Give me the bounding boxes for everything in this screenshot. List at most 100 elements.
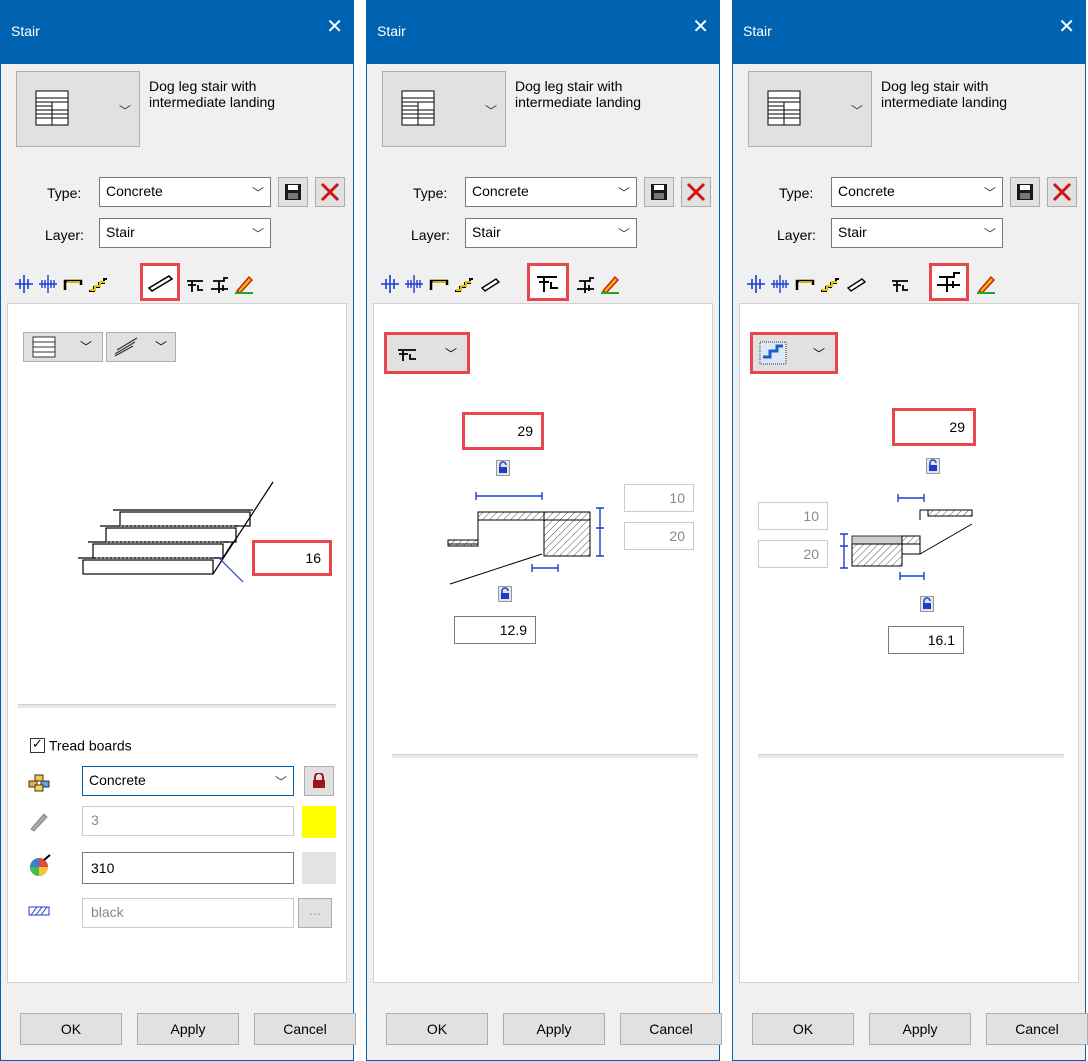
apply-button[interactable]: Apply — [869, 1013, 971, 1045]
cancel-button[interactable]: Cancel — [620, 1013, 722, 1045]
axis-split-icon[interactable] — [37, 273, 59, 295]
stair-description: Dog leg stair with intermediate landing — [881, 78, 1007, 110]
steps-icon[interactable] — [819, 273, 841, 295]
delete-icon[interactable] — [315, 177, 345, 207]
separator — [18, 704, 336, 709]
chevron-down-icon: ﹀ — [851, 104, 864, 118]
stair-profile-icon[interactable] — [62, 273, 84, 295]
dialog-title: Stair — [11, 23, 40, 39]
stair-dialog-2: Stair ✕ ﹀ Dog leg stair with intermediat… — [366, 0, 722, 1061]
dialog-title: Stair — [743, 23, 772, 39]
paint-icon[interactable] — [599, 273, 621, 295]
tread-boards-checkbox[interactable]: ✓ — [30, 736, 45, 753]
pen-input[interactable]: 3 — [82, 806, 294, 836]
stair-type-button[interactable]: ﹀ — [748, 71, 872, 147]
right-bottom-input[interactable]: 20 — [624, 522, 694, 550]
tab-landing[interactable] — [527, 263, 569, 301]
stair-section-icon[interactable] — [209, 273, 231, 295]
tread-board-diagram — [78, 481, 274, 583]
stair-profile-icon[interactable] — [428, 273, 450, 295]
tread-style-select[interactable]: ﹀ — [106, 332, 176, 362]
axis-cross-icon[interactable] — [745, 273, 767, 295]
tread-board-icon[interactable] — [845, 273, 867, 295]
left-top-input[interactable]: 10 — [758, 502, 828, 530]
tread-type-select[interactable]: ﹀ — [23, 332, 103, 362]
tread-thickness-input[interactable]: 16 — [252, 540, 332, 576]
description-line-2: intermediate landing — [881, 94, 1008, 110]
unlock-icon[interactable] — [926, 458, 940, 474]
tab-stair-section[interactable] — [929, 263, 969, 301]
color-wheel-icon — [30, 854, 51, 876]
steps-icon[interactable] — [453, 273, 475, 295]
type-select[interactable]: Concrete ﹀ — [831, 177, 1003, 207]
delete-icon[interactable] — [681, 177, 711, 207]
tab-strip — [7, 263, 347, 303]
stair-section-icon[interactable] — [575, 273, 597, 295]
save-icon[interactable] — [1010, 177, 1040, 207]
tread-board-icon[interactable] — [479, 273, 501, 295]
chevron-down-icon: ﹀ — [80, 340, 93, 354]
axis-split-icon[interactable] — [403, 273, 425, 295]
stair-type-button[interactable]: ﹀ — [16, 71, 140, 147]
landing-type-select[interactable]: ﹀ — [384, 332, 470, 374]
stair-profile-icon[interactable] — [794, 273, 816, 295]
steps-icon[interactable] — [87, 273, 109, 295]
ok-button[interactable]: OK — [752, 1013, 854, 1045]
section-width-input[interactable]: 29 — [892, 408, 976, 446]
apply-button[interactable]: Apply — [503, 1013, 605, 1045]
unlock-icon[interactable] — [920, 596, 934, 612]
delete-icon[interactable] — [1047, 177, 1077, 207]
left-bottom-input[interactable]: 20 — [758, 540, 828, 568]
title-bar: Stair ✕ — [733, 1, 1085, 64]
layer-value: Stair — [472, 224, 501, 240]
type-label: Type: — [47, 185, 82, 201]
section-offset-input[interactable]: 16.1 — [888, 626, 964, 654]
unlock-icon[interactable] — [496, 460, 510, 476]
layer-label: Layer: — [777, 227, 816, 243]
save-icon[interactable] — [644, 177, 674, 207]
material-select[interactable]: Concrete ﹀ — [82, 766, 294, 796]
stair-type-button[interactable]: ﹀ — [382, 71, 506, 147]
color-number-input[interactable]: 310 — [82, 852, 294, 884]
ok-button[interactable]: OK — [20, 1013, 122, 1045]
save-icon[interactable] — [278, 177, 308, 207]
close-icon[interactable]: ✕ — [1058, 17, 1075, 37]
axis-cross-icon[interactable] — [13, 273, 35, 295]
chevron-down-icon: ﹀ — [445, 347, 458, 361]
axis-split-icon[interactable] — [769, 273, 791, 295]
paint-icon[interactable] — [233, 273, 255, 295]
close-icon[interactable]: ✕ — [692, 17, 709, 37]
type-select[interactable]: Concrete ﹀ — [99, 177, 271, 207]
line-style-input[interactable]: black — [82, 898, 294, 928]
color-swatch[interactable] — [302, 852, 336, 884]
type-select[interactable]: Concrete ﹀ — [465, 177, 637, 207]
stair-dialog-1: Stair ✕ ﹀ Dog leg stair with intermediat… — [0, 0, 356, 1061]
tab-tread-board[interactable] — [140, 263, 180, 301]
cancel-button[interactable]: Cancel — [254, 1013, 356, 1045]
dog-leg-stair-icon — [35, 90, 69, 126]
landing-icon[interactable] — [184, 273, 206, 295]
paint-icon[interactable] — [975, 273, 997, 295]
lock-material-button[interactable] — [304, 766, 334, 796]
cancel-button[interactable]: Cancel — [986, 1013, 1088, 1045]
right-top-input[interactable]: 10 — [624, 484, 694, 512]
type-label: Type: — [779, 185, 814, 201]
layer-select[interactable]: Stair ﹀ — [831, 218, 1003, 248]
close-icon[interactable]: ✕ — [326, 17, 343, 37]
pen-color-swatch[interactable] — [302, 806, 336, 838]
apply-button[interactable]: Apply — [137, 1013, 239, 1045]
hatch-icon — [28, 906, 50, 916]
unlock-icon[interactable] — [498, 586, 512, 602]
dog-leg-stair-icon — [401, 90, 435, 126]
more-button[interactable]: ... — [298, 898, 332, 928]
axis-cross-icon[interactable] — [379, 273, 401, 295]
landing-offset-input[interactable]: 12.9 — [454, 616, 536, 644]
tab-strip — [739, 263, 1079, 303]
landing-width-input[interactable]: 29 — [462, 412, 544, 450]
landing-icon[interactable] — [889, 273, 911, 295]
layer-select[interactable]: Stair ﹀ — [465, 218, 637, 248]
ok-button[interactable]: OK — [386, 1013, 488, 1045]
section-type-select[interactable]: ﹀ — [750, 332, 838, 374]
chevron-down-icon: ﹀ — [119, 104, 132, 118]
layer-select[interactable]: Stair ﹀ — [99, 218, 271, 248]
